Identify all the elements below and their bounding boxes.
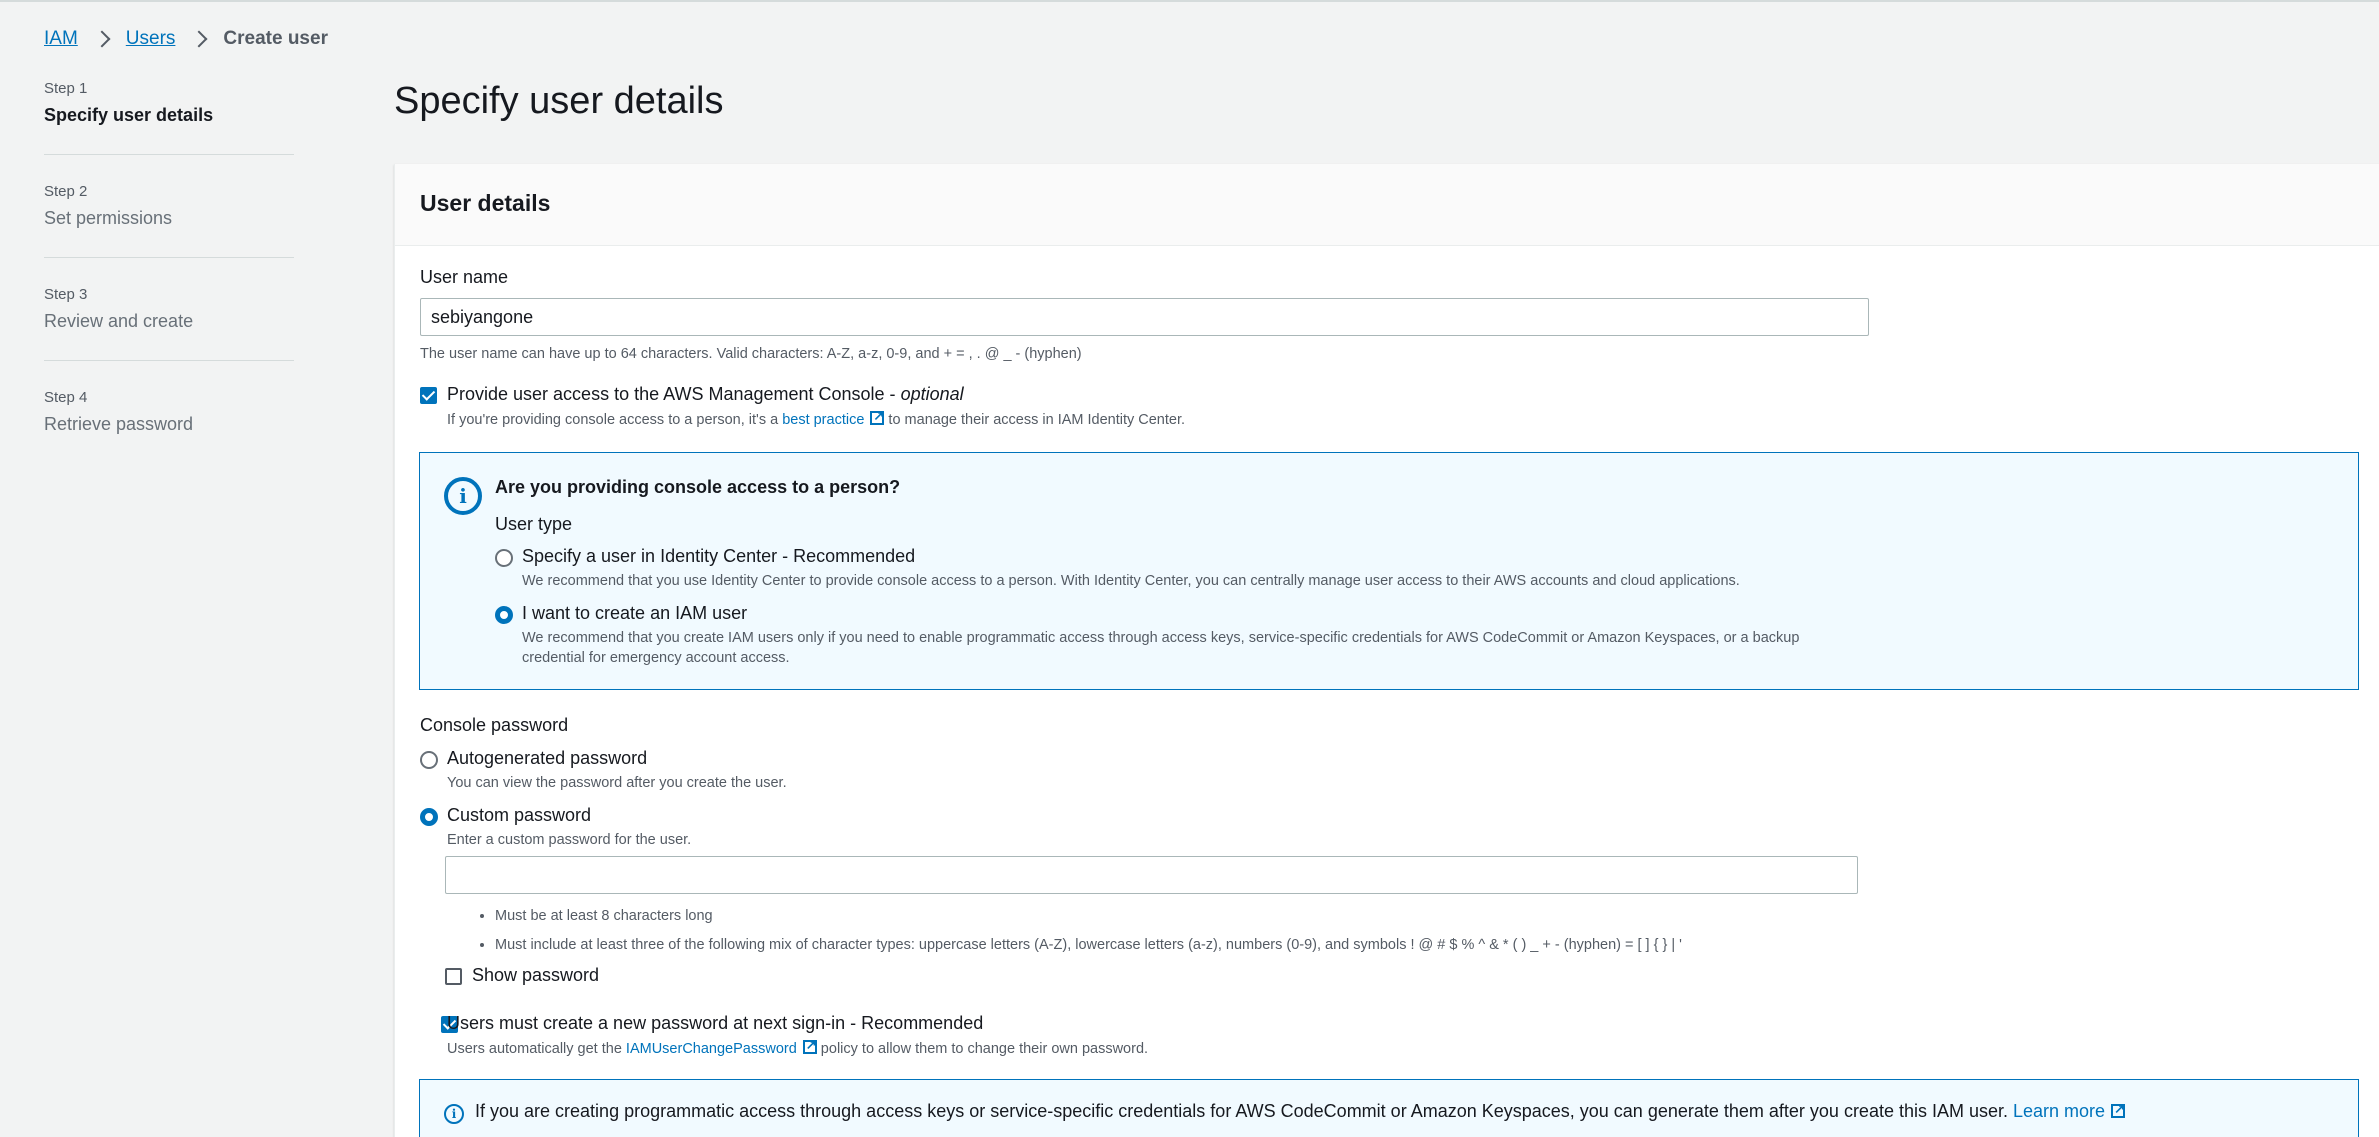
identity-center-option-desc: We recommend that you use Identity Cente… [522, 573, 1740, 589]
iam-user-option-label[interactable]: I want to create an IAM user [522, 603, 747, 624]
step-number: Step 3 [44, 286, 88, 303]
console-access-checkbox[interactable] [420, 387, 437, 404]
hint-text: to manage their access in IAM Identity C… [884, 412, 1186, 428]
panel-title: User details [395, 164, 2379, 246]
programmatic-access-info-text: If you are creating programmatic access … [475, 1101, 2126, 1122]
user-details-panel: User details User name sebiyangone The u… [394, 164, 2379, 1137]
external-link-icon [802, 1037, 817, 1054]
step-label: Review and create [44, 311, 194, 331]
password-rules: Must be at least 8 characters long Must … [495, 908, 1682, 963]
best-practice-link[interactable]: best practice [782, 412, 864, 428]
user-name-label: User name [420, 267, 509, 287]
password-rule: Must include at least three of the follo… [495, 937, 1682, 953]
step-number: Step 2 [44, 183, 88, 200]
identity-center-option-label[interactable]: Specify a user in Identity Center - Reco… [522, 546, 915, 567]
external-link-icon [2111, 1101, 2126, 1118]
breadcrumb-current: Create user [223, 28, 328, 49]
step-number: Step 4 [44, 389, 88, 406]
page-title: Specify user details [394, 80, 724, 122]
info-icon: i [444, 477, 482, 515]
user-type-label: User type [495, 514, 573, 534]
info-icon: i [444, 1104, 464, 1124]
step-2: Step 2 Set permissions [44, 183, 294, 258]
iam-user-option-desc-2: credential for emergency account access. [522, 650, 790, 666]
show-password-label[interactable]: Show password [472, 965, 599, 986]
autogenerated-password-hint: You can view the password after you crea… [447, 775, 787, 791]
hint-text: Users automatically get the [447, 1041, 626, 1057]
wizard-steps: Step 1 Specify user details Step 2 Set p… [44, 80, 294, 491]
panel-body: User name sebiyangone The user name can … [395, 246, 2379, 1137]
password-rule: Must be at least 8 characters long [495, 908, 1682, 924]
optional-text: optional [900, 384, 964, 404]
require-new-password-label[interactable]: Users must create a new password at next… [447, 1013, 983, 1034]
custom-password-label[interactable]: Custom password [447, 805, 591, 826]
step-1: Step 1 Specify user details [44, 80, 294, 155]
step-label: Retrieve password [44, 414, 194, 434]
chevron-right-icon [93, 30, 111, 48]
show-password-checkbox[interactable] [445, 968, 462, 985]
programmatic-access-info-box: i If you are creating programmatic acces… [419, 1079, 2359, 1137]
info-heading: Are you providing console access to a pe… [495, 477, 901, 497]
breadcrumb-iam-link[interactable]: IAM [44, 28, 78, 50]
breadcrumb-users-link[interactable]: Users [126, 28, 176, 50]
custom-password-radio[interactable] [420, 808, 438, 826]
autogenerated-password-radio[interactable] [420, 751, 438, 769]
step-4: Step 4 Retrieve password [44, 389, 294, 463]
autogenerated-password-label[interactable]: Autogenerated password [447, 748, 647, 769]
iam-user-option-desc: We recommend that you create IAM users o… [522, 630, 1800, 646]
console-access-label[interactable]: Provide user access to the AWS Managemen… [447, 384, 964, 405]
identity-center-radio[interactable] [495, 549, 513, 567]
hint-text: If you're providing console access to a … [447, 412, 783, 428]
console-access-text: Provide user access to the AWS Managemen… [447, 384, 901, 404]
breadcrumb: IAM Users Create user [44, 28, 328, 50]
custom-password-hint: Enter a custom password for the user. [447, 832, 692, 848]
iam-user-change-password-link[interactable]: IAMUserChangePassword [626, 1041, 797, 1057]
step-number: Step 1 [44, 80, 88, 97]
step-label: Specify user details [44, 105, 214, 125]
chevron-right-icon [190, 30, 208, 48]
external-link-icon [870, 408, 885, 425]
require-new-password-hint: Users automatically get the IAMUserChang… [447, 1037, 1149, 1057]
iam-user-radio[interactable] [495, 606, 513, 624]
user-name-input[interactable]: sebiyangone [420, 298, 1869, 336]
console-access-info-box: i Are you providing console access to a … [419, 452, 2359, 690]
user-name-hint: The user name can have up to 64 characte… [420, 346, 1082, 362]
step-label: Set permissions [44, 208, 173, 228]
custom-password-input[interactable] [445, 856, 1858, 894]
console-access-hint: If you're providing console access to a … [447, 408, 1186, 428]
console-password-label: Console password [420, 715, 569, 735]
hint-text: policy to allow them to change their own… [816, 1041, 1149, 1057]
learn-more-link[interactable]: Learn more [2013, 1101, 2105, 1121]
info-text: If you are creating programmatic access … [475, 1101, 2014, 1121]
step-3: Step 3 Review and create [44, 286, 294, 361]
